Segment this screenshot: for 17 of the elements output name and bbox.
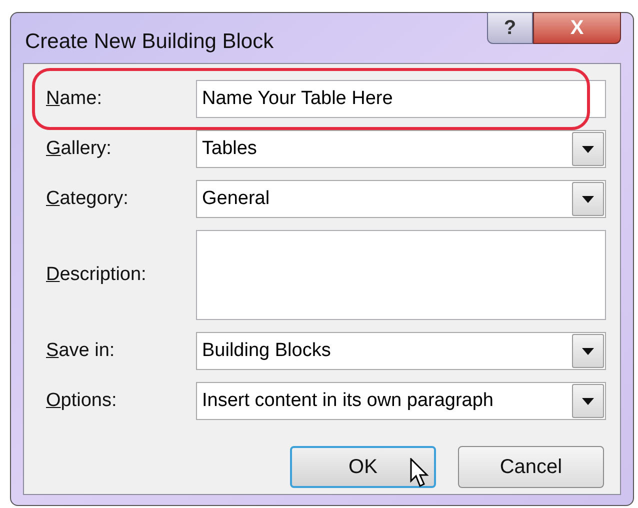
field-label: Options: xyxy=(46,388,118,413)
description-field[interactable] xyxy=(196,230,606,320)
dropdown-field[interactable]: General xyxy=(196,180,606,218)
field-label: Name: xyxy=(46,86,103,111)
field-label: Save in: xyxy=(46,338,116,363)
field-label: Category: xyxy=(46,186,130,211)
field-label: Gallery: xyxy=(46,136,112,161)
dropdown-field[interactable]: Tables xyxy=(196,130,606,168)
field-label: Description: xyxy=(46,262,148,287)
ok-button[interactable]: OK xyxy=(290,446,436,488)
window-title: Create New Building Block xyxy=(25,29,274,55)
cancel-button[interactable]: Cancel xyxy=(458,446,604,488)
help-button[interactable]: ? xyxy=(487,12,533,44)
name-field[interactable]: Name Your Table Here xyxy=(196,80,606,118)
dropdown-field[interactable]: Insert content in its own paragraph xyxy=(196,382,606,420)
mouse-pointer-icon xyxy=(410,458,430,488)
dropdown-field[interactable]: Building Blocks xyxy=(196,332,606,370)
